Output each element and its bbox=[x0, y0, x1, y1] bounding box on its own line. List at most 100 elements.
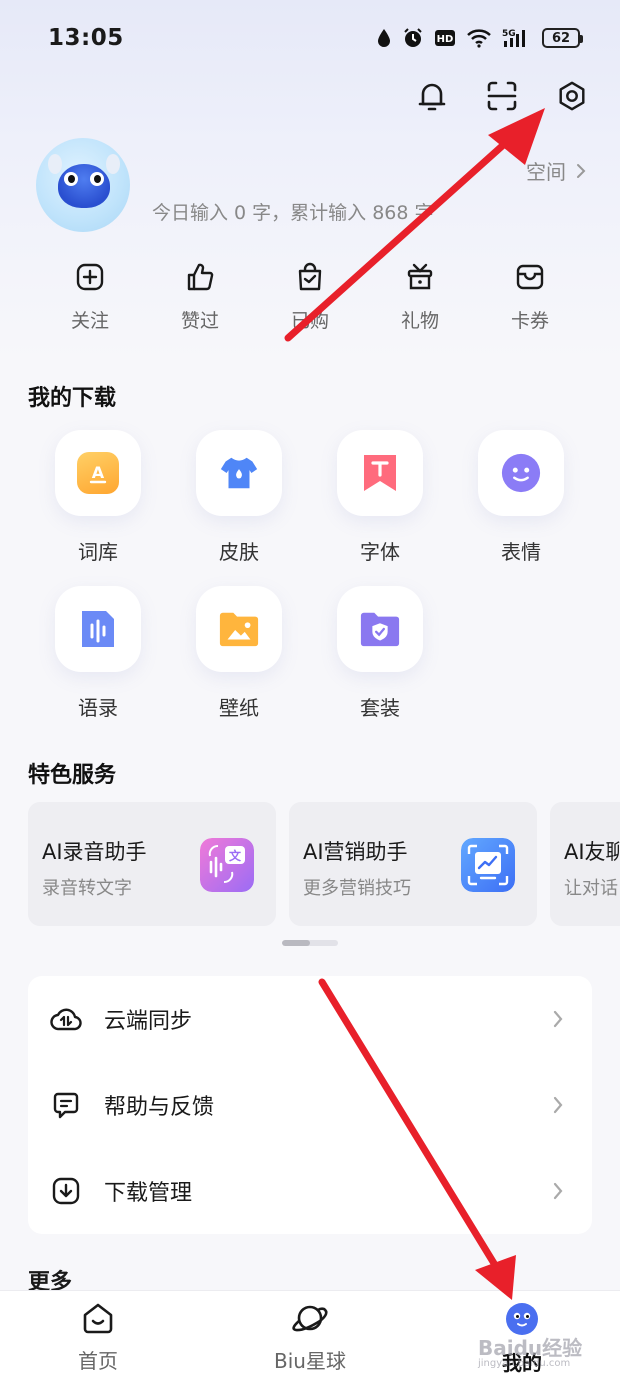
menu-item-download-manager[interactable]: 下载管理 bbox=[28, 1148, 592, 1234]
avatar-eye-right bbox=[90, 172, 104, 186]
quick-action-follow[interactable]: 关注 bbox=[35, 262, 145, 333]
space-label: 空间 bbox=[526, 160, 566, 184]
settings-hexagon-icon bbox=[559, 81, 585, 111]
wifi-icon bbox=[467, 29, 491, 48]
download-label: 词库 bbox=[78, 540, 118, 564]
download-item-font[interactable]: 字体 bbox=[310, 430, 450, 565]
nav-item-home[interactable]: 首页 bbox=[18, 1301, 178, 1374]
top-actions bbox=[416, 78, 588, 114]
download-item-quotes[interactable]: 语录 bbox=[28, 586, 168, 721]
water-drop-icon bbox=[378, 29, 390, 47]
quick-action-purchased[interactable]: 已购 bbox=[255, 262, 365, 333]
download-item-skin[interactable]: 皮肤 bbox=[169, 430, 309, 565]
quick-action-liked[interactable]: 赞过 bbox=[145, 262, 255, 333]
quote-doc-icon bbox=[77, 608, 119, 650]
download-tile: A bbox=[55, 430, 141, 516]
profile-header: 空间 今日输入 0 字，累计输入 868 字 bbox=[36, 138, 586, 238]
quick-action-label: 已购 bbox=[290, 310, 329, 332]
scan-button[interactable] bbox=[486, 78, 518, 114]
svg-text:HD: HD bbox=[437, 34, 454, 45]
service-subtitle: 录音转文字 bbox=[42, 878, 132, 899]
download-tile bbox=[55, 586, 141, 672]
menu-item-label: 帮助与反馈 bbox=[104, 1095, 215, 1120]
service-title: AI营销助手 bbox=[303, 840, 408, 864]
menu-item-cloud-sync[interactable]: 云端同步 bbox=[28, 976, 592, 1062]
download-label: 字体 bbox=[360, 540, 400, 564]
chevron-right-icon bbox=[553, 1182, 563, 1200]
font-icon bbox=[359, 452, 401, 494]
signal-5g-icon: 5G bbox=[502, 29, 525, 47]
download-label: 语录 bbox=[78, 696, 118, 720]
quick-action-gifts[interactable]: 礼物 bbox=[365, 262, 475, 333]
planet-icon bbox=[292, 1305, 328, 1332]
wallpaper-folder-icon bbox=[218, 608, 260, 650]
download-tile bbox=[337, 586, 423, 672]
scan-icon bbox=[487, 81, 517, 111]
thumbs-up-icon bbox=[187, 263, 214, 291]
status-icons: HD 5G 62 bbox=[376, 27, 583, 49]
svg-text:5G: 5G bbox=[502, 29, 516, 39]
space-link[interactable]: 空间 bbox=[526, 156, 586, 185]
watermark-url: jingyan.baidu.com bbox=[478, 1358, 571, 1369]
nav-item-biu-planet[interactable]: Biu星球 bbox=[230, 1301, 390, 1374]
service-card-ai-chat[interactable]: AI友聊 让对话 bbox=[550, 802, 620, 926]
status-time: 13:05 bbox=[48, 25, 124, 51]
service-title: AI友聊 bbox=[564, 840, 620, 864]
services-title: 特色服务 bbox=[28, 763, 117, 788]
ai-marketing-icon bbox=[461, 838, 515, 892]
input-stats: 今日输入 0 字，累计输入 868 字 bbox=[152, 202, 434, 224]
quick-action-label: 卡券 bbox=[510, 310, 549, 332]
download-label: 壁纸 bbox=[219, 696, 259, 720]
download-tile bbox=[337, 430, 423, 516]
download-item-emoji[interactable]: 表情 bbox=[451, 430, 591, 565]
quick-action-label: 关注 bbox=[70, 310, 109, 332]
home-icon bbox=[83, 1303, 113, 1334]
settings-menu-card: 云端同步 帮助与反馈 下载管理 bbox=[28, 976, 592, 1234]
download-item-wallpaper[interactable]: 壁纸 bbox=[169, 586, 309, 721]
svg-text:A: A bbox=[92, 463, 105, 482]
service-subtitle: 让对话 bbox=[564, 878, 618, 899]
quick-action-coupons[interactable]: 卡券 bbox=[475, 262, 585, 333]
download-item-lexicon[interactable]: A 词库 bbox=[28, 430, 168, 565]
bundle-folder-icon bbox=[359, 608, 401, 650]
skin-shirt-icon bbox=[218, 452, 260, 494]
bell-icon bbox=[418, 83, 446, 111]
download-label: 套装 bbox=[360, 696, 400, 720]
carousel-scroll-indicator bbox=[282, 940, 338, 946]
services-carousel[interactable]: AI录音助手 录音转文字 文 AI营销助手 更多营销技巧 AI友聊 让对话 bbox=[28, 802, 620, 926]
service-card-ai-marketing[interactable]: AI营销助手 更多营销技巧 bbox=[289, 802, 537, 926]
chevron-right-icon bbox=[553, 1010, 563, 1028]
gift-icon bbox=[407, 263, 433, 290]
notification-bell-button[interactable] bbox=[416, 78, 448, 114]
status-bar: 13:05 HD 5G 62 bbox=[0, 0, 620, 76]
download-label: 表情 bbox=[501, 540, 541, 564]
ai-translate-icon: 文 bbox=[200, 838, 254, 892]
settings-button[interactable] bbox=[556, 78, 588, 114]
coupon-icon bbox=[516, 264, 544, 290]
menu-item-label: 下载管理 bbox=[104, 1181, 193, 1206]
download-item-bundle[interactable]: 套装 bbox=[310, 586, 450, 721]
avatar-wing-right bbox=[106, 154, 120, 174]
battery-indicator: 62 bbox=[542, 28, 583, 48]
download-label: 皮肤 bbox=[219, 540, 259, 564]
download-tile bbox=[478, 430, 564, 516]
watermark-logo: Baidu经验 bbox=[478, 1336, 583, 1360]
hd-icon: HD bbox=[435, 30, 455, 46]
lexicon-icon: A bbox=[77, 452, 119, 494]
nav-label: 首页 bbox=[78, 1349, 118, 1373]
avatar-eye-left bbox=[64, 172, 78, 186]
shopping-bag-icon bbox=[298, 262, 322, 291]
menu-item-help-feedback[interactable]: 帮助与反馈 bbox=[28, 1062, 592, 1148]
service-subtitle: 更多营销技巧 bbox=[303, 878, 411, 899]
chevron-right-icon bbox=[553, 1096, 563, 1114]
cloud-sync-icon bbox=[50, 1003, 82, 1035]
quick-action-label: 赞过 bbox=[180, 310, 219, 332]
quick-actions-row: 关注 赞过 已购 礼物 卡券 bbox=[35, 262, 585, 333]
service-card-ai-recording[interactable]: AI录音助手 录音转文字 文 bbox=[28, 802, 276, 926]
feedback-icon bbox=[50, 1089, 82, 1121]
avatar[interactable] bbox=[36, 138, 130, 232]
download-tile bbox=[196, 586, 282, 672]
download-tile bbox=[196, 430, 282, 516]
menu-item-label: 云端同步 bbox=[104, 1009, 193, 1034]
download-manage-icon bbox=[50, 1175, 82, 1207]
